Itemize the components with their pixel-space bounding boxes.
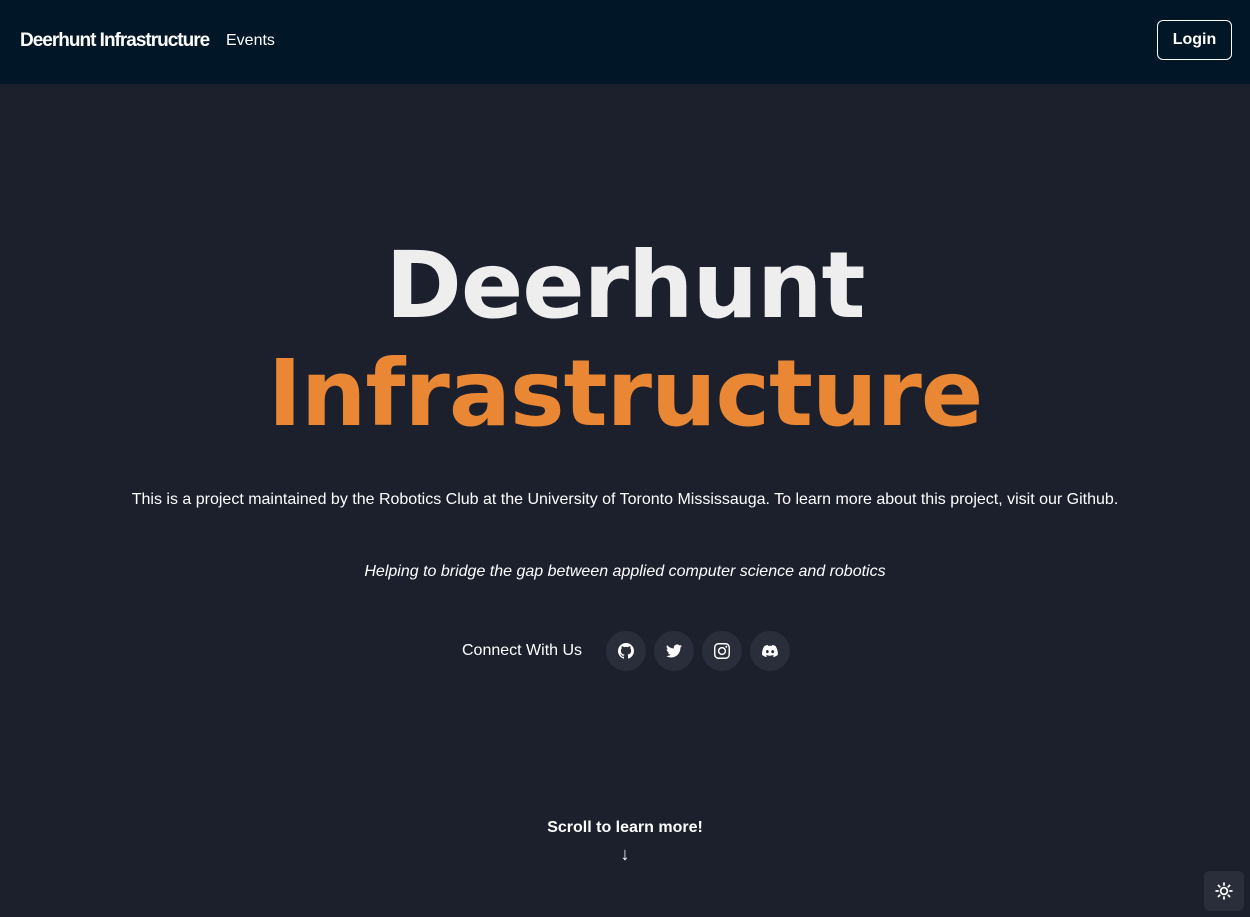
sun-icon [1215,882,1233,900]
nav-link-events[interactable]: Events [226,30,275,52]
github-button[interactable] [606,631,647,671]
twitter-icon [666,644,683,658]
twitter-button[interactable] [654,631,695,671]
login-button[interactable]: Login [1157,20,1232,60]
arrow-down-icon: ↓ [620,844,630,864]
hero-title: Deerhunt Infrastructure [0,232,1250,448]
scroll-hint: Scroll to learn more! [547,819,703,836]
theme-toggle-button[interactable] [1204,871,1244,911]
hero-title-line2: Infrastructure [267,340,984,447]
connect-section: Connect With Us [462,631,798,671]
instagram-icon [714,643,731,659]
discord-icon [762,645,778,658]
github-icon [618,643,635,659]
navbar: Deerhunt Infrastructure Events Login [0,0,1250,84]
brand-link[interactable]: Deerhunt Infrastructure [20,29,210,53]
instagram-button[interactable] [702,631,743,671]
connect-label: Connect With Us [462,642,583,659]
discord-button[interactable] [750,631,791,671]
hero-title-line1: Deerhunt [385,232,866,339]
project-description: This is a project maintained by the Robo… [131,491,1119,508]
tagline: Helping to bridge the gap between applie… [364,563,886,580]
